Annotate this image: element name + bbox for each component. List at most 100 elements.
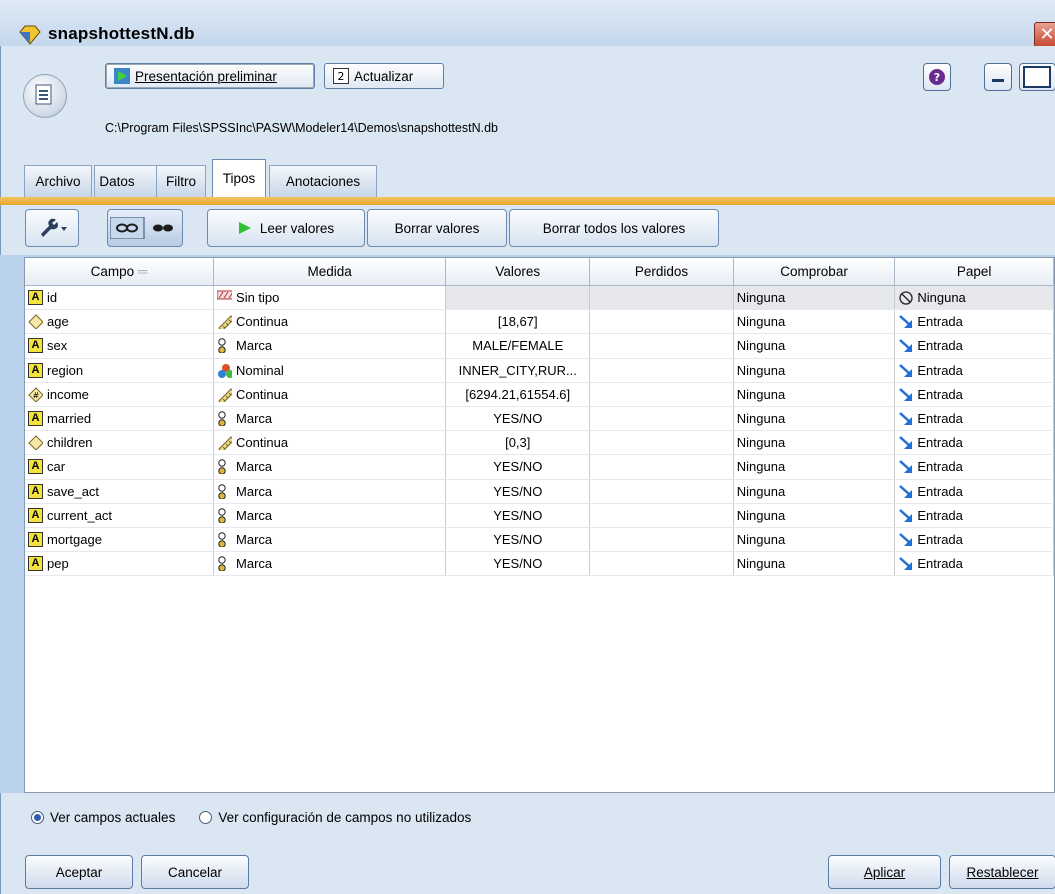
table-row[interactable]: Amarried Marca YES/NO Ninguna Entrada [25, 406, 1054, 432]
cell-missing[interactable] [589, 285, 734, 311]
cell-field[interactable]: # income [25, 382, 215, 407]
cell-values[interactable]: [18,67] [445, 309, 591, 335]
tab-archivo[interactable]: Archivo [24, 165, 92, 197]
cell-role[interactable]: Entrada [894, 479, 1054, 504]
cell-check[interactable]: Ninguna [733, 285, 896, 311]
table-row[interactable]: Asex Marca MALE/FEMALE Ninguna Entrada [25, 333, 1054, 359]
cell-check[interactable]: Ninguna [733, 309, 896, 335]
table-row[interactable]: # income Continua [6294.21,61554.6] Ninguna E… [25, 382, 1054, 407]
preview-button[interactable]: Presentación preliminar [105, 63, 315, 89]
cell-measure[interactable]: Marca [213, 333, 447, 359]
cell-measure[interactable]: Continua [213, 430, 447, 456]
cell-role[interactable]: Entrada [894, 382, 1054, 407]
table-row[interactable]: Acurrent_act Marca YES/NO Ninguna Entrada [25, 503, 1054, 528]
cell-values[interactable]: YES/NO [445, 527, 591, 553]
update-button[interactable]: 2 Actualizar [324, 63, 444, 89]
header-campo[interactable]: Campo ═ [25, 258, 215, 286]
cell-check[interactable]: Ninguna [733, 382, 896, 407]
tab-tipos[interactable]: Tipos [212, 159, 266, 197]
help-button[interactable]: ? [923, 63, 951, 91]
cell-measure[interactable]: Marca [213, 503, 447, 528]
cell-values[interactable] [445, 285, 591, 311]
cell-field[interactable]: Acar [25, 454, 215, 480]
cell-missing[interactable] [589, 358, 734, 383]
cell-role[interactable]: Entrada [894, 430, 1054, 456]
cell-check[interactable]: Ninguna [733, 333, 896, 359]
cell-field[interactable]: Asave_act [25, 479, 215, 504]
cancel-button[interactable]: Cancelar [141, 855, 249, 889]
table-row[interactable]: Acar Marca YES/NO Ninguna Entrada [25, 454, 1054, 480]
table-row[interactable]: Asave_act Marca YES/NO Ninguna Entrada [25, 479, 1054, 504]
cell-check[interactable]: Ninguna [733, 527, 896, 553]
maximize-button[interactable] [1019, 63, 1055, 91]
cell-values[interactable]: MALE/FEMALE [445, 333, 591, 359]
link-toggle-group[interactable] [107, 209, 183, 247]
read-values-button[interactable]: Leer valores [207, 209, 365, 247]
cell-role[interactable]: Entrada [894, 358, 1054, 383]
clear-values-button[interactable]: Borrar valores [367, 209, 507, 247]
cell-role[interactable]: Entrada [894, 309, 1054, 335]
cell-values[interactable]: YES/NO [445, 406, 591, 432]
cell-missing[interactable] [589, 406, 734, 432]
table-row[interactable]: Aregion Nominal INNER_CITY,RUR... Ninguna En… [25, 358, 1054, 383]
cell-measure[interactable]: Marca [213, 551, 447, 577]
cell-check[interactable]: Ninguna [733, 406, 896, 432]
cell-role[interactable]: Entrada [894, 406, 1054, 432]
cell-field[interactable]: Aregion [25, 358, 215, 383]
cell-measure[interactable]: Continua [213, 382, 447, 407]
cell-missing[interactable] [589, 479, 734, 504]
cell-check[interactable]: Ninguna [733, 454, 896, 480]
cell-field[interactable]: children [25, 430, 215, 456]
cell-measure[interactable]: Marca [213, 454, 447, 480]
cell-field[interactable]: age [25, 309, 215, 335]
cell-role[interactable]: Entrada [894, 454, 1054, 480]
reset-button[interactable]: Restablecer [949, 855, 1055, 889]
cell-measure[interactable]: Marca [213, 527, 447, 553]
cell-role[interactable]: Entrada [894, 503, 1054, 528]
cell-role[interactable]: Entrada [894, 551, 1054, 577]
tool-menu-button[interactable] [25, 209, 79, 247]
cell-missing[interactable] [589, 527, 734, 553]
apply-button[interactable]: Aplicar [828, 855, 941, 889]
cell-values[interactable]: YES/NO [445, 454, 591, 480]
cell-check[interactable]: Ninguna [733, 551, 896, 577]
cell-measure[interactable]: Continua [213, 309, 447, 335]
header-valores[interactable]: Valores [445, 258, 591, 286]
cell-field[interactable]: Asex [25, 333, 215, 359]
header-perdidos[interactable]: Perdidos [589, 258, 734, 286]
header-papel[interactable]: Papel [894, 258, 1054, 286]
cell-missing[interactable] [589, 333, 734, 359]
cell-field[interactable]: Aid [25, 285, 215, 311]
cell-missing[interactable] [589, 503, 734, 528]
cell-field[interactable]: Amarried [25, 406, 215, 432]
cell-role[interactable]: Entrada [894, 333, 1054, 359]
radio-current-fields[interactable] [31, 811, 44, 824]
cell-check[interactable]: Ninguna [733, 430, 896, 456]
tab-filtro[interactable]: Filtro [156, 165, 206, 197]
tab-anotaciones[interactable]: Anotaciones [269, 165, 377, 197]
radio-unused-fields[interactable] [199, 811, 213, 824]
header-medida[interactable]: Medida [213, 258, 447, 286]
cell-values[interactable]: YES/NO [445, 503, 591, 528]
cell-values[interactable]: YES/NO [445, 479, 591, 504]
header-comprobar[interactable]: Comprobar [733, 258, 896, 286]
cell-measure[interactable]: Nominal [213, 358, 447, 383]
cell-missing[interactable] [589, 454, 734, 480]
cell-missing[interactable] [589, 430, 734, 456]
cell-role[interactable]: Ninguna [894, 285, 1054, 311]
cell-check[interactable]: Ninguna [733, 479, 896, 504]
cell-measure[interactable]: Marca [213, 406, 447, 432]
cell-check[interactable]: Ninguna [733, 503, 896, 528]
cell-missing[interactable] [589, 309, 734, 335]
cell-measure[interactable]: Sin tipo [213, 285, 447, 311]
cell-field[interactable]: Apep [25, 551, 215, 577]
cell-missing[interactable] [589, 382, 734, 407]
table-row[interactable]: Amortgage Marca YES/NO Ninguna Entrada [25, 527, 1054, 553]
table-row[interactable]: children Continua [0,3] Ninguna Entrada [25, 430, 1054, 456]
cell-field[interactable]: Acurrent_act [25, 503, 215, 528]
minimize-button[interactable] [984, 63, 1012, 91]
close-button[interactable]: ✕ [1034, 22, 1055, 48]
cell-check[interactable]: Ninguna [733, 358, 896, 383]
cell-values[interactable]: INNER_CITY,RUR... [445, 358, 591, 383]
cell-role[interactable]: Entrada [894, 527, 1054, 553]
